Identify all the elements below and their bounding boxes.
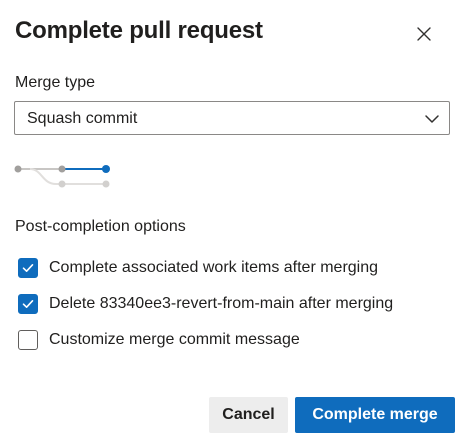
merge-type-label: Merge type (15, 74, 96, 91)
complete-work-items-checkbox[interactable] (18, 258, 38, 278)
option-customize-message[interactable]: Customize merge commit message (18, 329, 300, 351)
chevron-down-icon (425, 115, 439, 123)
close-button[interactable] (410, 20, 438, 48)
checkmark-icon (22, 300, 34, 308)
post-completion-options-label: Post-completion options (15, 218, 186, 235)
dialog-title: Complete pull request (15, 17, 263, 44)
option-complete-work-items[interactable]: Complete associated work items after mer… (18, 257, 378, 279)
complete-pull-request-dialog: Complete pull request Merge type Squash … (0, 0, 466, 446)
checkmark-icon (22, 264, 34, 272)
option-label: Delete 83340ee3-revert-from-main after m… (49, 295, 394, 312)
cancel-button[interactable]: Cancel (209, 397, 288, 433)
squash-merge-diagram-icon (14, 165, 110, 188)
option-label: Complete associated work items after mer… (49, 259, 379, 276)
close-icon (417, 27, 431, 41)
customize-message-checkbox[interactable] (18, 330, 38, 350)
merge-type-value: Squash commit (27, 110, 138, 127)
complete-merge-button[interactable]: Complete merge (295, 397, 455, 433)
option-delete-branch[interactable]: Delete 83340ee3-revert-from-main after m… (18, 293, 393, 315)
merge-type-select[interactable]: Squash commit (14, 101, 450, 135)
delete-branch-checkbox[interactable] (18, 294, 38, 314)
option-label: Customize merge commit message (49, 331, 300, 348)
